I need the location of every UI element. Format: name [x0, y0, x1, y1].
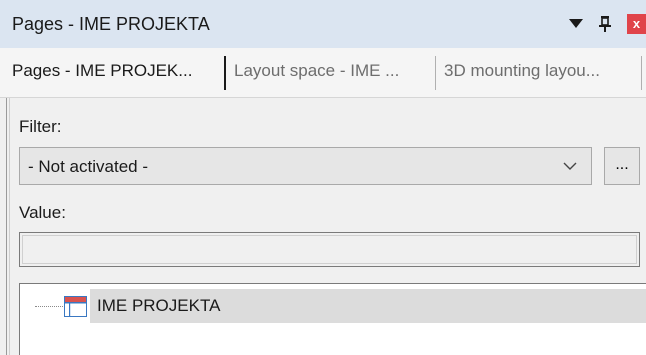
panel-left-border	[0, 98, 10, 355]
filter-select[interactable]: - Not activated -	[19, 147, 592, 185]
tab-separator	[224, 56, 226, 90]
tab-separator	[641, 56, 642, 90]
chevron-down-icon	[563, 162, 577, 170]
close-button[interactable]: x	[627, 14, 646, 34]
dropdown-arrow-icon[interactable]	[569, 19, 583, 28]
filter-selected-value: - Not activated -	[28, 157, 148, 176]
tab-pages[interactable]: Pages - IME PROJEK...	[12, 61, 192, 81]
tab-3d-mounting-layout[interactable]: 3D mounting layou...	[444, 61, 600, 81]
filter-label: Filter:	[19, 117, 62, 136]
tree-item-label: IME PROJEKTA	[97, 296, 221, 315]
tab-layout-space[interactable]: Layout space - IME ...	[234, 61, 399, 81]
tab-strip: Pages - IME PROJEK... Layout space - IME…	[0, 48, 646, 98]
value-input[interactable]	[19, 232, 640, 267]
tab-separator	[435, 56, 436, 90]
page-icon	[64, 296, 87, 317]
panel-title: Pages - IME PROJEKTA	[12, 14, 210, 34]
tree-item[interactable]: IME PROJEKTA	[20, 289, 646, 323]
pages-tree: IME PROJEKTA	[19, 283, 646, 355]
pin-icon[interactable]	[598, 15, 612, 33]
panel-titlebar: Pages - IME PROJEKTA x	[0, 0, 646, 48]
filter-more-button[interactable]: ...	[604, 147, 640, 185]
value-label: Value:	[19, 203, 66, 222]
